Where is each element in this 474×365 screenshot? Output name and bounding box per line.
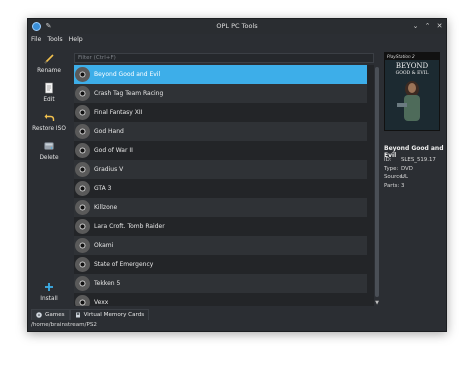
- game-name: Okami: [94, 242, 114, 249]
- filter-input[interactable]: Filter (Ctrl+F): [74, 53, 374, 63]
- game-disc-icon: [75, 143, 90, 158]
- window-title: OPL PC Tools: [216, 22, 258, 30]
- game-disc-icon: [75, 200, 90, 215]
- game-name: Gradius V: [94, 166, 124, 173]
- delete-label: Delete: [39, 155, 59, 161]
- app-window: ✎ OPL PC Tools ⌄ ⌃ ✕ File Tools Help Ren…: [27, 18, 447, 332]
- tab-games-label: Games: [45, 312, 65, 318]
- game-row[interactable]: GTA 3: [74, 179, 367, 198]
- cover-title-line2: GOOD & EVIL: [395, 71, 429, 76]
- restore-iso-label: Restore ISO: [32, 126, 66, 132]
- details-value: SLES_519.17: [401, 157, 436, 163]
- scrollbar-thumb[interactable]: [375, 67, 379, 297]
- close-icon[interactable]: ✕: [435, 22, 444, 31]
- scroll-down-arrow-icon[interactable]: ▼: [374, 300, 380, 306]
- plus-icon: [45, 283, 53, 291]
- left-toolbar: Rename Edit Restore ISO Delete Install: [28, 47, 70, 302]
- tab-memory-cards-label: Virtual Memory Cards: [83, 312, 145, 318]
- game-name: Vexx: [94, 299, 109, 306]
- game-disc-icon: [75, 181, 90, 196]
- game-name: State of Emergency: [94, 261, 154, 268]
- game-name: God Hand: [94, 128, 124, 135]
- game-disc-icon: [75, 124, 90, 139]
- install-label: Install: [40, 296, 58, 302]
- game-name: Crash Tag Team Racing: [94, 90, 164, 97]
- maximize-icon[interactable]: ⌃: [423, 22, 432, 31]
- game-cover-art: PlayStation 2 BEYOND GOOD & EVIL: [384, 52, 440, 131]
- game-row[interactable]: Tekken 5: [74, 274, 367, 293]
- disc-icon: [36, 312, 42, 318]
- edit-document-icon: [45, 82, 53, 94]
- game-row[interactable]: God Hand: [74, 122, 367, 141]
- game-row[interactable]: Okami: [74, 236, 367, 255]
- game-name: Tekken 5: [94, 280, 121, 287]
- details-key: Type:: [384, 165, 399, 172]
- details-table: ID: SLES_519.17 Type: DVD Source: UL Par…: [384, 157, 444, 191]
- pencil-icon: [44, 54, 54, 64]
- game-row[interactable]: Crash Tag Team Racing: [74, 84, 367, 103]
- tab-games[interactable]: Games: [31, 309, 70, 320]
- game-disc-icon: [75, 105, 90, 120]
- install-button[interactable]: Install: [28, 281, 70, 302]
- game-name: Lara Croft. Tomb Raider: [94, 223, 165, 230]
- details-value: 3: [401, 182, 405, 189]
- rename-button[interactable]: Rename: [28, 53, 70, 74]
- game-disc-icon: [75, 162, 90, 177]
- details-row: Parts: 3: [384, 183, 444, 192]
- details-row: Type: DVD: [384, 166, 444, 175]
- game-disc-icon: [75, 86, 90, 101]
- title-bar: ✎ OPL PC Tools ⌄ ⌃ ✕: [28, 19, 446, 34]
- details-key: Source:: [384, 174, 405, 180]
- details-value: DVD: [401, 165, 413, 172]
- edit-label: Edit: [43, 97, 55, 103]
- rename-label: Rename: [37, 68, 61, 74]
- memory-card-icon: [75, 312, 80, 318]
- edit-button[interactable]: Edit: [28, 82, 70, 103]
- game-row[interactable]: Lara Croft. Tomb Raider: [74, 217, 367, 236]
- cover-platform-logo: PlayStation 2: [387, 54, 415, 59]
- menu-bar: File Tools Help: [28, 34, 446, 44]
- delete-drive-icon: [44, 142, 54, 150]
- game-disc-icon: [75, 67, 90, 82]
- delete-button[interactable]: Delete: [28, 140, 70, 161]
- details-row: Source: UL: [384, 174, 444, 183]
- status-path: /home/brainstream/PS2: [31, 322, 97, 328]
- cover-title: BEYOND GOOD & EVIL: [387, 63, 437, 77]
- game-name: Killzone: [94, 204, 118, 211]
- cover-title-line1: BEYOND: [395, 62, 429, 70]
- game-disc-icon: [75, 257, 90, 272]
- game-row[interactable]: State of Emergency: [74, 255, 367, 274]
- game-name: Final Fantasy XII: [94, 109, 143, 116]
- minimize-icon[interactable]: ⌄: [411, 22, 420, 31]
- game-row[interactable]: Final Fantasy XII: [74, 103, 367, 122]
- game-disc-icon: [75, 238, 90, 253]
- game-row[interactable]: Vexx: [74, 293, 367, 306]
- details-row: ID: SLES_519.17: [384, 157, 444, 166]
- cover-character-art: [397, 81, 420, 121]
- game-row[interactable]: Killzone: [74, 198, 367, 217]
- menu-tools[interactable]: Tools: [47, 36, 62, 43]
- game-name: Beyond Good and Evil: [94, 71, 161, 78]
- game-list[interactable]: Beyond Good and Evil Crash Tag Team Raci…: [74, 65, 374, 306]
- game-disc-icon: [75, 219, 90, 234]
- game-list-scrollbar[interactable]: ▼: [374, 65, 380, 306]
- game-row[interactable]: God of War II: [74, 141, 367, 160]
- game-name: GTA 3: [94, 185, 112, 192]
- game-disc-icon: [75, 276, 90, 291]
- undo-arrow-icon: [44, 114, 55, 121]
- menu-file[interactable]: File: [31, 36, 41, 43]
- menu-help[interactable]: Help: [69, 36, 83, 43]
- game-name: God of War II: [94, 147, 133, 154]
- bottom-tab-bar: Games Virtual Memory Cards: [31, 309, 150, 320]
- details-value: UL: [401, 174, 408, 180]
- game-row[interactable]: Beyond Good and Evil: [74, 65, 367, 84]
- details-key: Parts:: [384, 182, 400, 189]
- restore-iso-button[interactable]: Restore ISO: [28, 111, 70, 132]
- game-disc-icon: [75, 295, 90, 306]
- details-key: ID:: [384, 157, 392, 163]
- tab-virtual-memory-cards[interactable]: Virtual Memory Cards: [69, 309, 150, 320]
- game-row[interactable]: Gradius V: [74, 160, 367, 179]
